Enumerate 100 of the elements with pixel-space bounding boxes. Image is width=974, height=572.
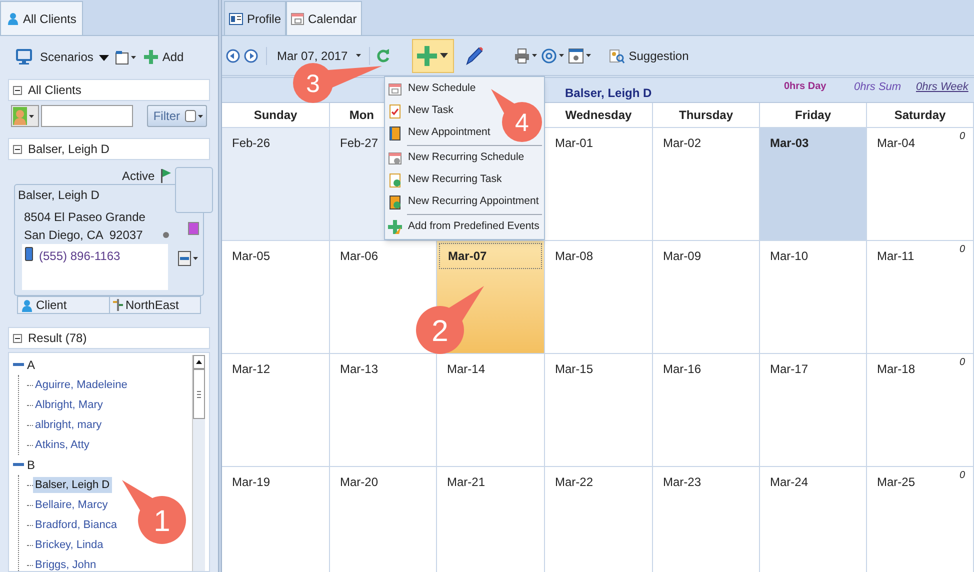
tab[interactable]: All Clients xyxy=(0,1,84,35)
section-title: Result (78) xyxy=(28,330,87,347)
day-header: Friday xyxy=(794,107,831,124)
tree-item[interactable]: Bradford, Bianca xyxy=(33,516,119,534)
callout-tooltip: 4 xyxy=(490,88,544,144)
tab[interactable]: Calendar xyxy=(286,1,362,35)
scenarios-button[interactable]: Scenarios xyxy=(40,48,110,66)
day-cell[interactable]: Mar-08 xyxy=(545,241,653,354)
collapse-icon[interactable] xyxy=(13,144,22,154)
tree-item[interactable]: Brickey, Linda xyxy=(33,536,106,554)
day-cell[interactable]: Mar-11 0 xyxy=(867,241,974,354)
date-label: Mar-17 xyxy=(770,361,808,378)
monitor-icon[interactable] xyxy=(16,49,32,65)
scrollbar[interactable] xyxy=(192,355,205,571)
view-settings-button[interactable] xyxy=(568,48,591,64)
date-label: Mar-04 xyxy=(877,135,916,152)
day-cell[interactable]: Mar-03 xyxy=(760,128,867,241)
day-cell[interactable]: Mar-16 xyxy=(653,354,760,467)
color-swatch xyxy=(188,222,199,235)
day-cell[interactable]: Mar-15 xyxy=(545,354,653,467)
filter-button[interactable]: Filter xyxy=(147,105,207,127)
caret-icon xyxy=(558,54,564,57)
group-label: B xyxy=(27,457,36,474)
section-header[interactable]: Result (78) xyxy=(8,327,210,349)
day-cell[interactable]: Mar-12 xyxy=(222,354,330,467)
section-header[interactable]: All Clients xyxy=(8,79,210,101)
day-cell[interactable]: Mar-13 xyxy=(330,354,437,467)
tree-item[interactable]: Aguirre, Madeleine xyxy=(33,376,130,394)
calendar-icon xyxy=(388,82,402,96)
date-label: Mar-10 xyxy=(770,248,808,265)
phone-icon xyxy=(25,247,33,261)
day-cell[interactable]: Mar-05 xyxy=(222,241,330,354)
day-cell[interactable]: Mar-18 0 xyxy=(867,354,974,467)
callout-tooltip: 2 xyxy=(414,284,486,356)
hours-week[interactable]: 0hrs Week xyxy=(916,79,968,96)
date-label: Feb-26 xyxy=(232,135,270,152)
day-cell[interactable]: Feb-26 xyxy=(222,128,330,241)
event-count: 0 xyxy=(959,243,965,257)
event-count: 0 xyxy=(959,469,965,483)
calendar-icon xyxy=(388,150,402,166)
caret-icon xyxy=(356,54,361,57)
plus-icon xyxy=(417,46,438,66)
tree-item[interactable]: albright, mary xyxy=(33,416,104,434)
print-button[interactable] xyxy=(514,48,537,64)
tree-item[interactable]: Albright, Mary xyxy=(33,396,105,414)
date-label: Mar-18 xyxy=(877,361,916,378)
person-icon xyxy=(21,298,33,312)
date-label: Mar-02 xyxy=(663,135,702,152)
date-label: Mar-05 xyxy=(232,248,270,265)
day-cell[interactable]: Mar-02 xyxy=(653,128,760,241)
owner-name: Balser, Leigh D xyxy=(565,85,652,102)
menu-item[interactable]: New Task xyxy=(385,100,456,122)
scroll-thumb-icon xyxy=(193,369,205,419)
print-icon xyxy=(514,48,530,64)
date-label: Mar-16 xyxy=(663,361,702,378)
forward-icon[interactable] xyxy=(244,48,258,62)
folder-button[interactable] xyxy=(115,50,136,64)
back-icon[interactable] xyxy=(226,48,240,62)
callout-tooltip: 3 xyxy=(292,62,384,104)
status-label: Active xyxy=(122,168,155,185)
date-label: Mar-08 xyxy=(555,248,594,265)
signpost-icon xyxy=(112,299,122,311)
day-cell[interactable]: Mar-10 xyxy=(760,241,867,354)
dropdown-icon xyxy=(99,52,110,62)
date-label: Mar-11 xyxy=(877,248,914,265)
date-label: Mar-24 xyxy=(770,474,808,491)
day-cell[interactable]: Mar-01 xyxy=(545,128,653,241)
day-cell[interactable]: Mar-04 0 xyxy=(867,128,974,241)
folder-icon xyxy=(115,50,130,64)
day-header: Sunday xyxy=(254,107,298,124)
scroll-up-icon xyxy=(193,355,205,369)
day-cell[interactable]: Mar-14 xyxy=(437,354,545,467)
day-cell[interactable]: Mar-09 xyxy=(653,241,760,354)
event-count: 0 xyxy=(959,356,965,370)
tab[interactable]: Profile xyxy=(224,1,286,35)
tree-item[interactable]: Bellaire, Marcy xyxy=(33,496,110,514)
menu-item[interactable]: New Schedule xyxy=(385,78,478,100)
notebook-icon xyxy=(388,126,402,140)
pencil-icon[interactable] xyxy=(464,46,484,66)
add-button[interactable]: Add xyxy=(144,48,184,66)
event-count: 0 xyxy=(959,130,965,144)
collapse-icon[interactable] xyxy=(13,334,22,342)
date-picker[interactable]: Mar 07, 2017 xyxy=(275,46,363,64)
tree-item[interactable]: Balser, Leigh D xyxy=(33,476,112,494)
tree-item[interactable]: Briggs, John xyxy=(33,556,98,571)
day-cell[interactable]: Mar-17 xyxy=(760,354,867,467)
device-menu[interactable] xyxy=(178,251,198,266)
date-label: Mar-12 xyxy=(232,361,270,378)
section-header[interactable]: Balser, Leigh D xyxy=(8,138,210,160)
date-label: Mar-23 xyxy=(663,474,702,491)
footer-label: Client xyxy=(36,297,67,314)
caret-icon xyxy=(131,56,136,58)
suggestion-button[interactable]: Suggestion xyxy=(608,46,689,64)
tree-item[interactable]: Atkins, Atty xyxy=(33,436,92,454)
collapse-icon[interactable] xyxy=(13,86,22,94)
phone-number: (555) 896-1163 xyxy=(39,248,120,265)
search-field[interactable] xyxy=(41,105,133,127)
date-label: Mar-14 xyxy=(447,361,486,378)
server-icon xyxy=(178,251,191,266)
caret-icon xyxy=(29,114,34,118)
